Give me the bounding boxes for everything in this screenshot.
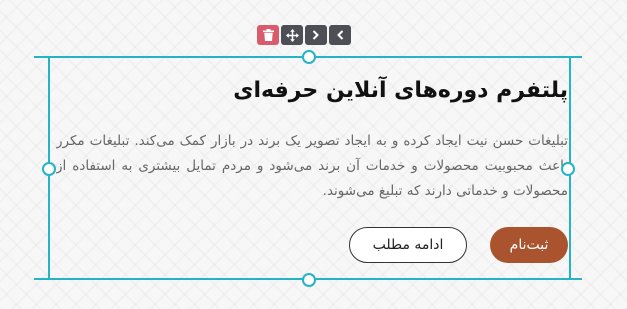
resize-handle-left[interactable]	[42, 162, 56, 176]
resize-handle-right[interactable]	[561, 162, 575, 176]
selection-frame	[48, 56, 571, 280]
resize-handle-top[interactable]	[302, 50, 316, 64]
resize-handle-bottom[interactable]	[302, 273, 316, 287]
